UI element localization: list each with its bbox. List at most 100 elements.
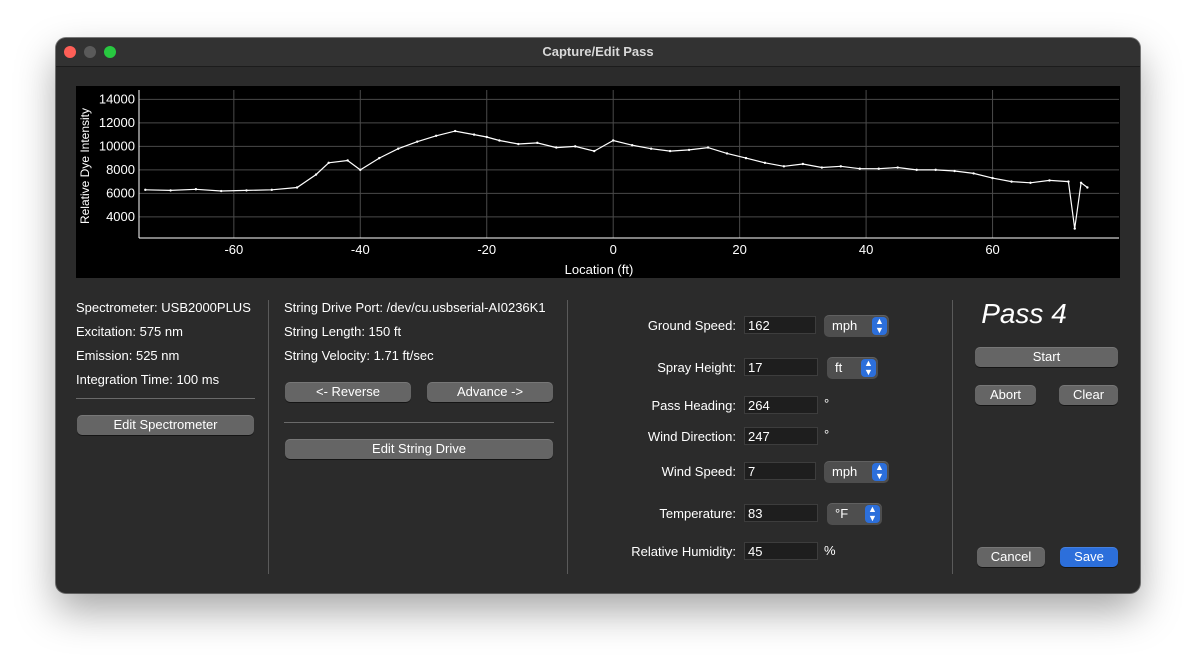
data-point [327, 161, 330, 165]
data-point [346, 159, 349, 162]
data-point [1086, 186, 1089, 189]
chevron-updown-icon: ▲ ▼ [861, 359, 876, 377]
ground-speed-label: Ground Speed: [647, 318, 736, 333]
emission-text: Emission: 525 nm [76, 348, 180, 363]
y-tick-label: 12000 [99, 115, 135, 130]
cancel-button[interactable]: Cancel [977, 547, 1045, 567]
data-point [1073, 227, 1076, 230]
data-point [169, 189, 172, 192]
string-drive-divider [284, 422, 554, 423]
data-point [485, 135, 488, 139]
humidity-field[interactable]: 45 [744, 542, 818, 560]
temperature-unit-select[interactable]: °F ▲ ▼ [827, 503, 882, 525]
pass-heading-unit: ° [824, 396, 830, 411]
data-point [896, 166, 899, 169]
x-tick-label: 20 [732, 242, 746, 257]
y-tick-label: 8000 [106, 162, 135, 177]
data-point [415, 140, 419, 143]
data-point [359, 168, 362, 172]
temperature-label: Temperature: [659, 506, 736, 521]
wind-direction-unit: ° [824, 427, 830, 442]
data-point [555, 146, 558, 149]
data-point [706, 146, 710, 149]
spray-height-unit-value: ft [835, 360, 843, 375]
data-point [434, 134, 438, 138]
data-point [725, 152, 729, 155]
data-point [839, 165, 843, 168]
edit-spectrometer-button[interactable]: Edit Spectrometer [77, 415, 254, 435]
data-point [744, 156, 748, 160]
ground-speed-unit-select[interactable]: mph ▲ ▼ [824, 315, 889, 337]
clear-button[interactable]: Clear [1059, 385, 1118, 405]
capture-edit-window: Capture/Edit Pass -60 -40 -20 0 20 40 60 4000 60… [56, 38, 1140, 593]
chevron-updown-icon: ▲ ▼ [865, 505, 880, 523]
abort-button[interactable]: Abort [975, 385, 1036, 405]
y-tick-label: 14000 [99, 91, 135, 106]
data-point [1048, 179, 1051, 182]
start-button[interactable]: Start [975, 347, 1118, 367]
pass-title: Pass 4 [981, 298, 1067, 329]
data-point [953, 169, 956, 173]
column-divider-1 [268, 300, 269, 574]
window-title: Capture/Edit Pass [542, 44, 654, 59]
data-point [858, 167, 861, 170]
column-divider-2 [567, 300, 568, 574]
chart-svg: -60 -40 -20 0 20 40 60 4000 6000 8000 10000 12000 14… [78, 90, 1119, 277]
data-point [536, 141, 539, 145]
data-point [668, 149, 672, 153]
wind-speed-unit-select[interactable]: mph ▲ ▼ [824, 461, 889, 483]
data-point [453, 129, 457, 133]
column-divider-3 [952, 300, 953, 574]
spray-height-label: Spray Height: [657, 360, 736, 375]
spray-height-unit-select[interactable]: ft ▲ ▼ [827, 357, 878, 379]
chevron-updown-icon: ▲ ▼ [872, 317, 887, 335]
wind-speed-field[interactable]: 7 [744, 462, 816, 480]
advance-button[interactable]: Advance -> [427, 382, 553, 402]
y-tick-label: 6000 [106, 185, 135, 200]
ground-speed-field[interactable]: 162 [744, 316, 816, 334]
pass-heading-field[interactable]: 264 [744, 396, 818, 414]
x-tick-label: -60 [224, 242, 243, 257]
reverse-button[interactable]: <- Reverse [285, 382, 411, 402]
humidity-unit: % [824, 543, 836, 558]
spectrometer-divider [76, 398, 255, 399]
save-button[interactable]: Save [1060, 547, 1118, 567]
data-point [314, 173, 318, 176]
wind-direction-field[interactable]: 247 [744, 427, 818, 445]
data-point [801, 162, 805, 166]
data-point [1010, 180, 1013, 183]
ground-speed-unit-value: mph [832, 318, 858, 333]
data-point [194, 188, 198, 191]
data-point [763, 161, 767, 165]
temperature-field[interactable]: 83 [744, 504, 818, 522]
data-point [934, 168, 937, 172]
title-bar: Capture/Edit Pass [56, 38, 1140, 67]
chevron-updown-icon: ▲ ▼ [872, 463, 887, 481]
x-axis-label: Location (ft) [565, 262, 634, 277]
pass-heading-label: Pass Heading: [651, 398, 736, 413]
x-tick-label: 40 [859, 242, 873, 257]
data-point [245, 189, 248, 192]
data-point [593, 149, 596, 153]
edit-string-drive-button[interactable]: Edit String Drive [285, 439, 553, 459]
data-point [1067, 180, 1070, 183]
data-point [687, 148, 691, 152]
series-line [145, 130, 1088, 229]
y-axis-label: Relative Dye Intensity [78, 108, 92, 224]
wind-speed-unit-value: mph [832, 464, 858, 479]
data-point [517, 142, 520, 146]
data-point [991, 176, 994, 180]
spectrometer-name: Spectrometer: USB2000PLUS [76, 300, 251, 315]
string-drive-port: String Drive Port: /dev/cu.usbserial-AI0… [284, 300, 546, 315]
data-point [574, 145, 577, 148]
data-point [219, 189, 223, 193]
x-tick-label: -40 [351, 242, 370, 257]
data-point [397, 147, 400, 150]
integration-time-text: Integration Time: 100 ms [76, 372, 220, 387]
string-velocity: String Velocity: 1.71 ft/sec [284, 348, 434, 363]
x-tick-label: -20 [477, 242, 496, 257]
data-point [378, 156, 381, 160]
data-point [820, 166, 824, 169]
spray-height-field[interactable]: 17 [744, 358, 818, 376]
data-point [972, 172, 975, 175]
